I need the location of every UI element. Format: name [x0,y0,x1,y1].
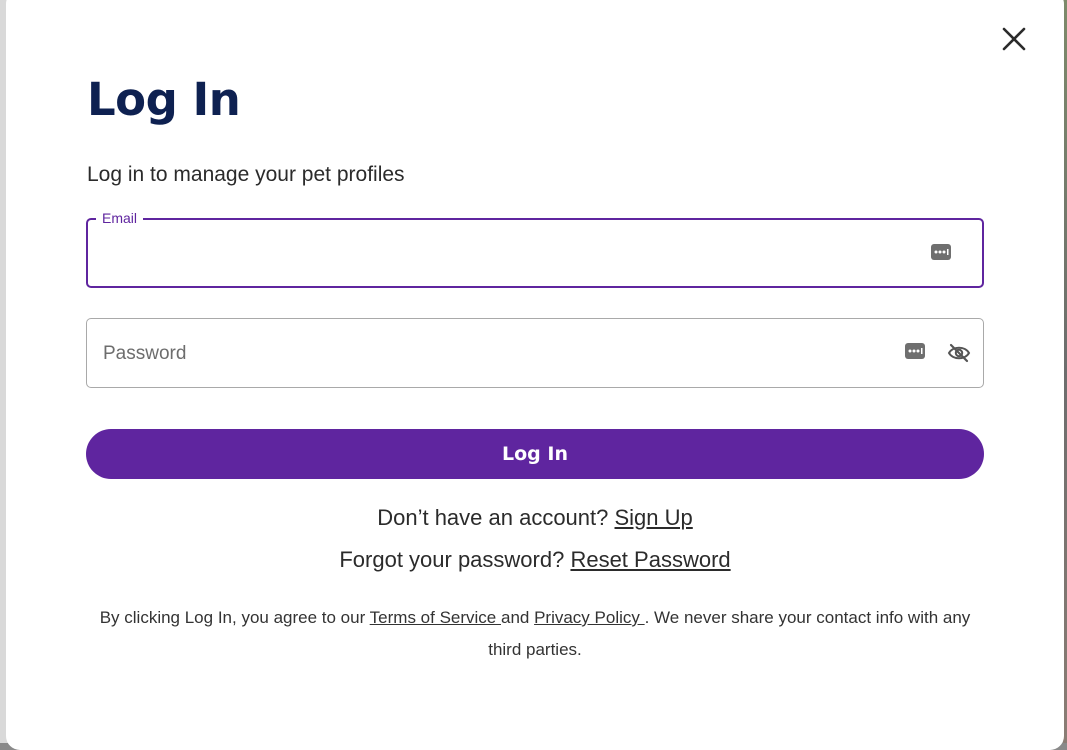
legal-notice: By clicking Log In, you agree to our Ter… [86,602,984,666]
privacy-policy-link[interactable]: Privacy Policy [534,608,645,627]
modal-title: Log In [87,73,241,126]
sign-up-link[interactable]: Sign Up [615,505,693,530]
close-icon[interactable] [998,23,1030,55]
terms-of-service-link[interactable]: Terms of Service [370,608,501,627]
eye-slash-icon[interactable] [947,343,971,363]
reset-password-link[interactable]: Reset Password [570,547,730,572]
reset-prompt: Forgot your password? [339,547,571,572]
modal-subtitle: Log in to manage your pet profiles [87,163,405,186]
login-modal: Log In Log in to manage your pet profile… [6,0,1064,750]
legal-and: and [500,608,535,627]
close-button[interactable] [998,23,1030,55]
reset-line: Forgot your password? Reset Password [6,547,1064,573]
email-field[interactable]: Email [86,210,984,288]
signup-prompt: Don’t have an account? [377,505,615,530]
log-in-button[interactable]: Log In [86,429,984,479]
signup-line: Don’t have an account? Sign Up [6,505,1064,531]
password-manager-key-icon[interactable] [905,342,925,360]
password-input[interactable] [101,319,885,389]
password-manager-key-icon[interactable] [931,243,951,261]
legal-prefix: By clicking Log In, you agree to our [99,608,370,627]
password-field[interactable] [86,318,984,389]
email-input[interactable] [102,220,886,288]
